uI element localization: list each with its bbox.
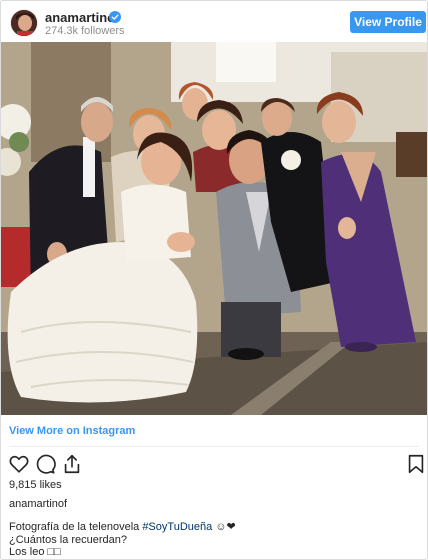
instagram-embed-card: anamartinof 274.3k followers View Profil… (0, 0, 428, 560)
post-photo[interactable] (1, 42, 427, 415)
share-icon[interactable] (61, 453, 83, 475)
post-header: anamartinof 274.3k followers View Profil… (1, 1, 427, 43)
caption: Fotografía de la telenovela #SoyTuDueña … (9, 521, 419, 559)
avatar[interactable] (10, 9, 38, 37)
hashtag-link[interactable]: #SoyTuDueña (142, 521, 212, 533)
action-bar (1, 451, 427, 479)
view-more-link[interactable]: View More on Instagram (9, 425, 135, 437)
like-count[interactable]: 9,815 likes (9, 479, 62, 491)
caption-text: Fotografía de la telenovela (9, 521, 143, 533)
caption-emoji: ☺❤ (212, 521, 236, 533)
caption-line-3: Los leo □□ (9, 546, 61, 558)
comment-icon[interactable] (34, 453, 56, 475)
verified-icon (109, 10, 121, 23)
bookmark-icon[interactable] (405, 453, 427, 475)
divider (9, 446, 419, 447)
heart-icon[interactable] (8, 453, 30, 475)
follower-count: 274.3k followers (45, 25, 125, 37)
view-profile-button[interactable]: View Profile (350, 11, 426, 33)
caption-line-2: ¿Cuántos la recuerdan? (9, 533, 128, 546)
caption-username[interactable]: anamartinof (9, 498, 67, 510)
